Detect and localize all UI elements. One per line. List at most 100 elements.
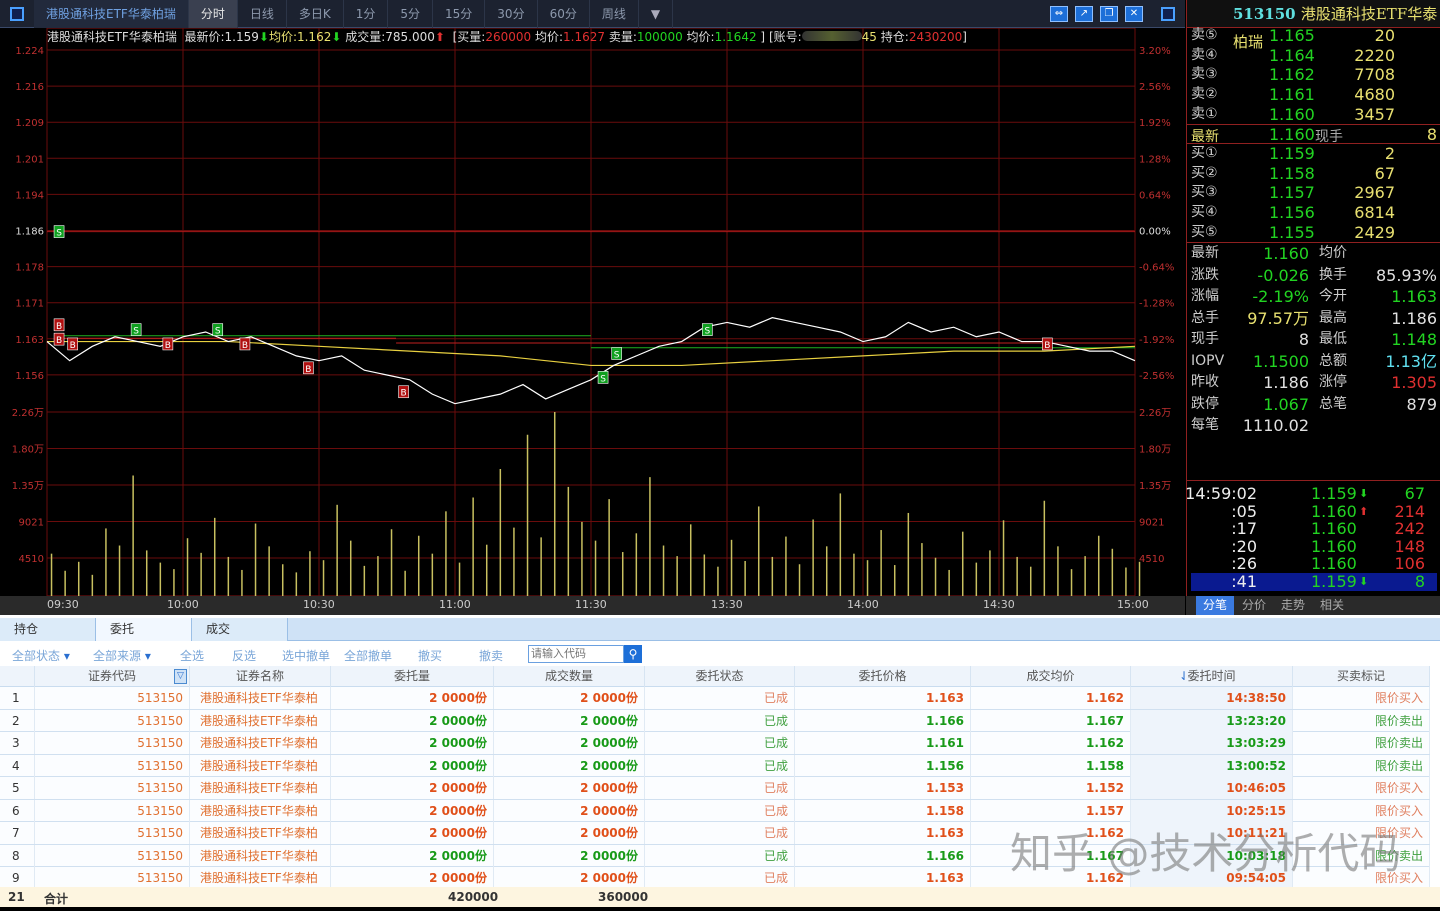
order-row[interactable]: 4513150港股通科技ETF华泰柏瑞2 0000份2 0000份已成1.156…: [0, 754, 1430, 795]
invert-selection-button[interactable]: 反选: [232, 647, 256, 664]
order-row[interactable]: 3513150港股通科技ETF华泰柏瑞2 0000份2 0000份已成1.161…: [0, 732, 1430, 772]
latest-value: 1.159: [224, 30, 259, 44]
restore-icon[interactable]: ❐: [1100, 5, 1118, 22]
buy-marker: B: [239, 337, 251, 351]
quote-panel: 513150 港股通科技ETF华泰柏瑞 卖⑤ 1.165 20 卖④ 1.164 2220…: [1185, 0, 1440, 615]
period-tab[interactable]: 30分: [485, 0, 538, 28]
cell-filled: 2 0000份: [494, 799, 645, 822]
cell-avg: 1.162: [971, 822, 1131, 844]
order-row[interactable]: 2513150港股通科技ETF华泰柏瑞2 0000份2 0000份已成1.166…: [0, 709, 1430, 750]
position-value: 2430200: [908, 30, 963, 44]
intraday-chart[interactable]: 1.224 3.20% 1.216 2.56% 1.209 1.92% 1.201 1.28%…: [0, 28, 1185, 615]
cell-name: 港股通科技ETF华泰柏瑞: [190, 777, 331, 817]
total-label: 合计: [44, 892, 69, 906]
order-row[interactable]: 8513150港股通科技ETF华泰柏瑞2 0000份2 0000份已成1.166…: [0, 844, 1430, 885]
bid-level[interactable]: 买② 1.158 67: [1191, 164, 1437, 184]
period-tab[interactable]: 分时: [188, 0, 238, 28]
cell-status: 已成: [645, 732, 795, 754]
source-filter[interactable]: 全部来源 ▾: [93, 647, 151, 664]
status-filter[interactable]: 全部状态 ▾: [12, 647, 70, 664]
sell-avg: 1.1642: [714, 30, 757, 44]
y-tick-right: 0.00%: [1139, 227, 1171, 238]
cell-side: 限价买入: [1293, 777, 1430, 799]
orders-tab[interactable]: 委托: [96, 618, 192, 641]
x-tick: 11:00: [439, 598, 471, 611]
cell-avg: 1.162: [971, 732, 1131, 754]
row-number: 5: [0, 777, 35, 799]
cancel-all-button[interactable]: 全部撤单: [344, 647, 392, 664]
ask-level[interactable]: 卖⑤ 1.165 20: [1191, 26, 1437, 46]
more-periods-dropdown[interactable]: ▼: [639, 0, 674, 28]
period-tab[interactable]: 1分: [344, 0, 389, 28]
order-row[interactable]: 6513150港股通科技ETF华泰柏瑞2 0000份2 0000份已成1.158…: [0, 799, 1430, 840]
select-all-button[interactable]: 全选: [180, 647, 204, 664]
side-panel-toggle-icon[interactable]: [1161, 6, 1175, 21]
search-icon[interactable]: ⚲: [624, 645, 642, 663]
orders-tab[interactable]: 成交: [192, 618, 288, 641]
cell-filled: 2 0000份: [494, 687, 645, 709]
column-header[interactable]: 证券名称: [190, 666, 331, 687]
vol-tick-left: 9021: [19, 518, 44, 529]
ask-level[interactable]: 卖④ 1.164 2220: [1191, 46, 1437, 66]
cancel-buy-button[interactable]: 撤买: [418, 647, 442, 664]
down-arrow-icon: ⬇: [258, 30, 269, 44]
period-tab[interactable]: 15分: [433, 0, 486, 28]
bid-level[interactable]: 买⑤ 1.155 2429: [1191, 223, 1437, 243]
ask-level[interactable]: 卖③ 1.162 7708: [1191, 65, 1437, 85]
bid-level[interactable]: 买③ 1.157 2967: [1191, 183, 1437, 203]
period-tab[interactable]: 60分: [538, 0, 590, 28]
cancel-selected-button[interactable]: 选中撤单: [282, 647, 330, 664]
column-header[interactable]: 委托时间 ⇃: [1131, 666, 1293, 687]
y-tick-left: 1.163: [15, 335, 44, 346]
order-row[interactable]: 5513150港股通科技ETF华泰柏瑞2 0000份2 0000份已成1.153…: [0, 777, 1430, 817]
panel-toggle-icon[interactable]: [10, 6, 24, 21]
order-row[interactable]: 7513150港股通科技ETF华泰柏瑞2 0000份2 0000份已成1.163…: [0, 822, 1430, 862]
cell-side: 限价卖出: [1293, 754, 1430, 777]
cell-name: 港股通科技ETF华泰柏瑞: [190, 687, 331, 727]
column-header[interactable]: 委托量: [331, 666, 494, 687]
vol-tick-right: 4510: [1139, 554, 1164, 565]
period-tab[interactable]: 多日K: [287, 0, 344, 28]
sell-qty: 100000: [636, 30, 683, 44]
cell-filled: 2 0000份: [494, 754, 645, 777]
cell-time: 13:00:52: [1131, 754, 1293, 777]
period-tab[interactable]: 5分: [388, 0, 434, 28]
row-number: 3: [0, 732, 35, 754]
period-tab[interactable]: 日线: [238, 0, 287, 28]
quote-tab[interactable]: 分价: [1235, 596, 1273, 615]
ask-level[interactable]: 卖① 1.160 3457: [1191, 105, 1437, 125]
cell-code: 513150: [35, 799, 190, 822]
orders-table-header: 证券代码 ▽ 证券名称 委托量 成交数量 委托状态 委托价格 成交均价 委托时间 ⇃ 买卖标记: [0, 666, 1430, 687]
quote-tab[interactable]: 相关: [1313, 596, 1351, 615]
volume-label: 成交量:: [345, 30, 386, 44]
bid-level[interactable]: 买④ 1.156 6814: [1191, 203, 1437, 223]
sort-icon[interactable]: ⇃: [1179, 666, 1189, 687]
bid-level[interactable]: 买① 1.159 2: [1191, 144, 1437, 164]
column-header[interactable]: 买卖标记: [1293, 666, 1430, 687]
column-header[interactable]: 成交均价: [971, 666, 1131, 687]
divider: [1187, 480, 1440, 481]
quote-tab[interactable]: 分笔: [1196, 596, 1234, 615]
cell-avg: 1.167: [971, 709, 1131, 732]
row-number: 9: [0, 867, 35, 889]
cancel-sell-button[interactable]: 撤卖: [479, 647, 503, 664]
ask-level[interactable]: 卖② 1.161 4680: [1191, 85, 1437, 105]
buy-marker: B: [1042, 337, 1053, 351]
y-tick-right: 1.92%: [1139, 118, 1171, 129]
order-row[interactable]: 1513150港股通科技ETF华泰柏瑞2 0000份2 0000份已成1.163…: [0, 687, 1430, 727]
period-tab[interactable]: 周线: [590, 0, 639, 28]
popout-icon[interactable]: ↗: [1075, 5, 1093, 22]
column-header[interactable]: 证券代码 ▽: [35, 666, 190, 687]
column-header[interactable]: 委托状态: [645, 666, 795, 687]
column-header[interactable]: 委托价格: [795, 666, 971, 687]
fit-icon[interactable]: ⇔: [1050, 5, 1068, 22]
x-tick: 15:00: [1117, 598, 1149, 611]
code-search-input[interactable]: [528, 645, 624, 663]
quote-tab[interactable]: 走势: [1274, 596, 1312, 615]
orders-tab[interactable]: 持仓: [0, 618, 96, 641]
filter-icon[interactable]: ▽: [174, 669, 187, 684]
column-header[interactable]: 成交数量: [494, 666, 645, 687]
cell-price: 1.158: [795, 799, 971, 822]
close-icon[interactable]: ✕: [1125, 5, 1143, 22]
tick-row: :26 1.160 106: [1231, 554, 1425, 574]
